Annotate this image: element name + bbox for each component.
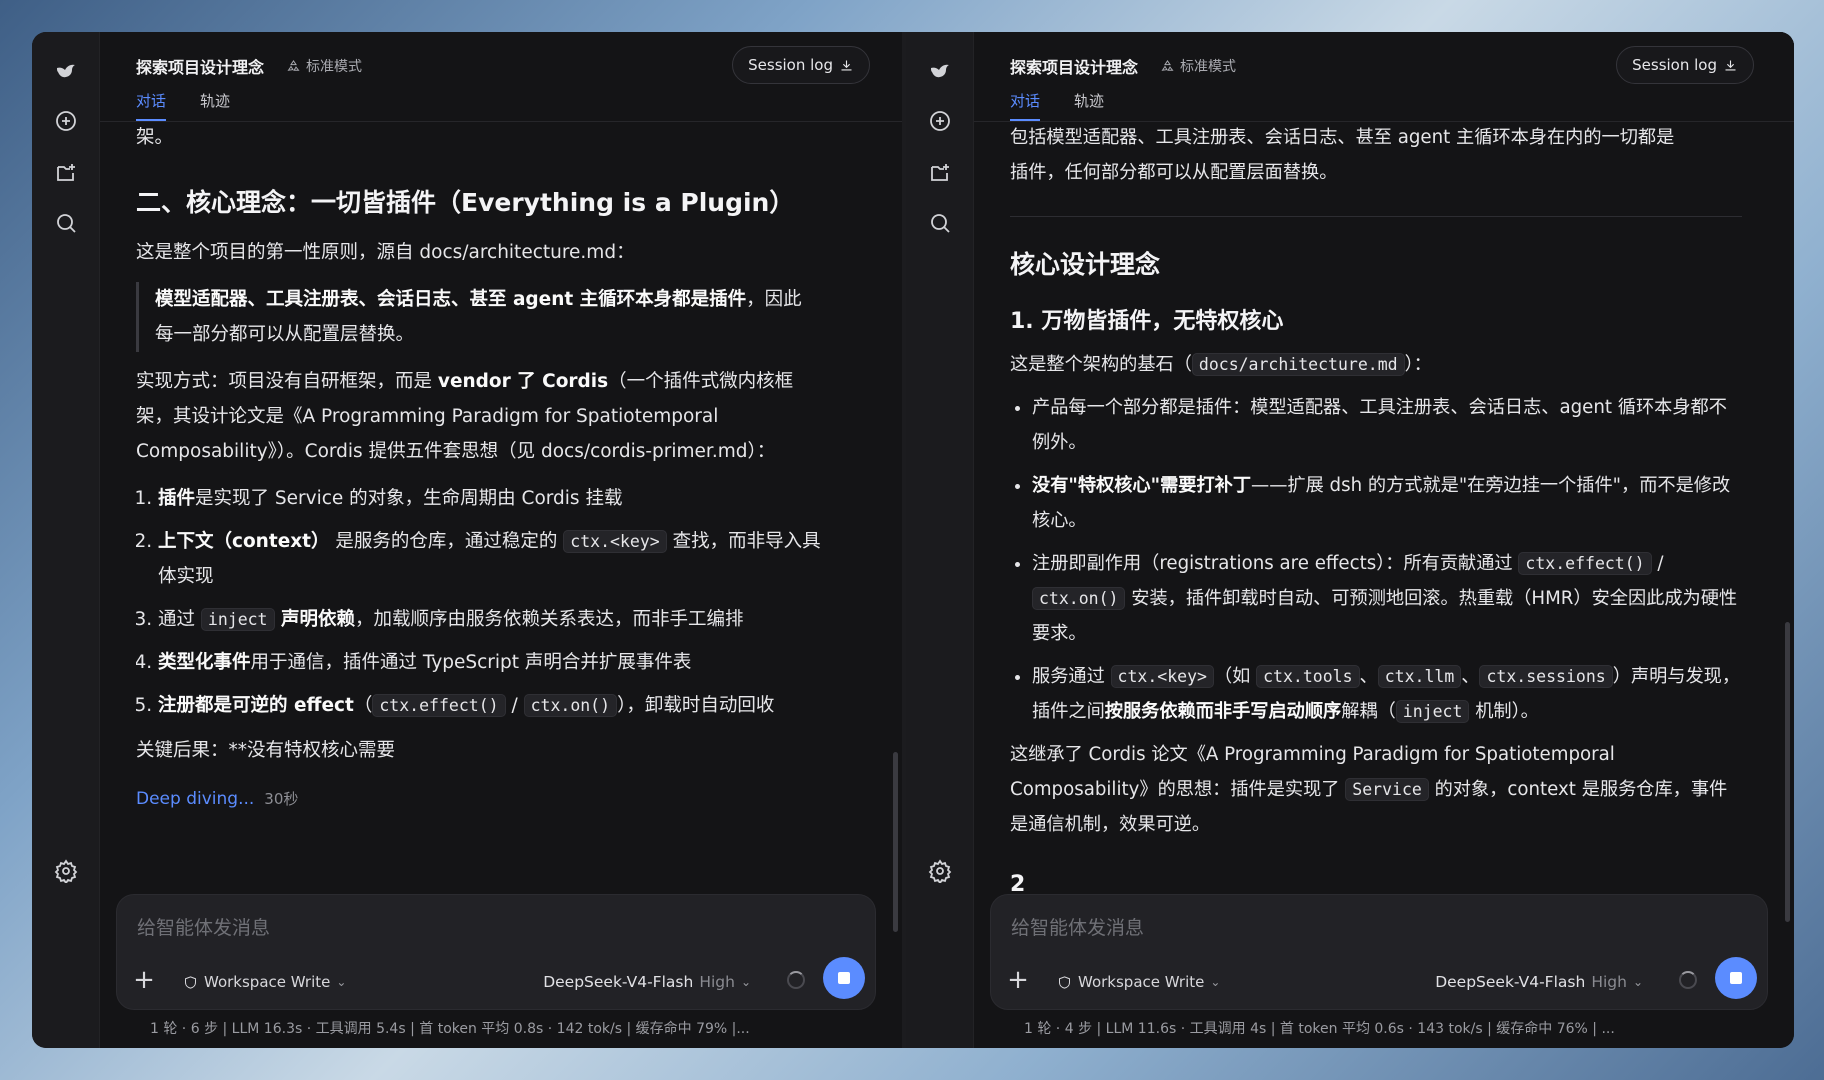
recycle-icon xyxy=(287,59,300,71)
download-icon xyxy=(841,60,852,70)
logo-icon[interactable] xyxy=(49,54,83,88)
bullet-list: 产品每一个部分都是插件：模型适配器、工具注册表、会话日志、agent 循环本身都… xyxy=(1010,390,1742,729)
plus-icon: + xyxy=(1007,965,1029,995)
stats-bar: 1 轮 · 4 步 | LLM 11.6s · 工具调用 4s | 首 toke… xyxy=(1024,1021,1615,1037)
message-content: 架。 二、核心理念：一切皆插件（Everything is a Plugin） … xyxy=(136,122,862,898)
tab-trace[interactable]: 轨迹 xyxy=(200,90,230,119)
header: 探索项目设计理念 标准模式 Session log 对话 轨迹 xyxy=(100,32,902,122)
paragraph: 包括模型适配器、工具注册表、会话日志、甚至 agent 主循环本身在内的一切都是… xyxy=(1010,127,1675,183)
workspace-permission-select[interactable]: Workspace Write ⌄ xyxy=(1057,973,1220,991)
shield-icon xyxy=(185,975,196,989)
divider xyxy=(1010,216,1742,217)
conversation-pane: 探索项目设计理念 标准模式 Session log 对话 轨迹 架。 二、核心理… xyxy=(100,32,902,1048)
subsection-heading: 1. 万物皆插件，无特权核心 xyxy=(1010,309,1284,334)
stats-bar: 1 轮 · 6 步 | LLM 16.3s · 工具调用 5.4s | 首 to… xyxy=(150,1021,750,1037)
scrollbar[interactable] xyxy=(893,752,898,932)
text-fragment: 架。 xyxy=(136,127,174,148)
message-composer: 给智能体发消息 + Workspace Write ⌄ DeepSeek-V4-… xyxy=(116,894,876,1010)
paragraph: 这是整个项目的第一性原则，源自 docs/architecture.md： xyxy=(136,242,635,263)
mode-indicator[interactable]: 标准模式 xyxy=(286,56,362,76)
plus-icon: + xyxy=(133,965,155,995)
model-select[interactable]: DeepSeek-V4-Flash High ⌄ xyxy=(543,973,751,991)
chevron-down-icon: ⌄ xyxy=(1210,975,1221,989)
conversation-pane: 探索项目设计理念 标准模式 Session log 对话 轨迹 包括模型适配器、… xyxy=(974,32,1794,1048)
add-attachment-button[interactable]: + xyxy=(127,963,161,997)
new-folder-icon[interactable] xyxy=(49,156,83,190)
shield-icon xyxy=(1059,975,1070,989)
page-title: 探索项目设计理念 xyxy=(1010,58,1139,77)
message-composer: 给智能体发消息 + Workspace Write ⌄ DeepSeek-V4-… xyxy=(990,894,1768,1010)
list-item: 没有"特权核心"需要打补丁——扩展 dsh 的方式就是"在旁边挂一个插件"，而不… xyxy=(1032,468,1742,538)
stop-icon xyxy=(1730,972,1742,984)
deep-diving-status[interactable]: Deep diving... 30秒 xyxy=(136,782,862,817)
section-heading: 二、核心理念：一切皆插件（Everything is a Plugin） xyxy=(136,188,795,217)
chevron-down-icon: ⌄ xyxy=(740,975,751,989)
tab-chat[interactable]: 对话 xyxy=(136,90,167,121)
loading-spinner-icon xyxy=(787,971,805,989)
stop-button[interactable] xyxy=(1715,957,1757,999)
left-window: 探索项目设计理念 标准模式 Session log 对话 轨迹 架。 二、核心理… xyxy=(32,32,902,1048)
list-item: 上下文（context） 是服务的仓库，通过稳定的 ctx.<key> 查找，而… xyxy=(158,524,862,594)
tab-chat[interactable]: 对话 xyxy=(1010,90,1041,121)
list-item: 注册都是可逆的 effect（ctx.effect() / ctx.on()），… xyxy=(158,688,862,723)
sidebar-rail xyxy=(906,32,974,1048)
blockquote: 模型适配器、工具注册表、会话日志、甚至 agent 主循环本身都是插件，因此 每… xyxy=(136,282,862,352)
list-item: 插件是实现了 Service 的对象，生命周期由 Cordis 挂载 xyxy=(158,481,862,516)
search-icon[interactable] xyxy=(923,206,957,240)
paragraph: 实现方式：项目没有自研框架，而是 vendor 了 Cordis（一个插件式微内… xyxy=(136,371,794,462)
add-attachment-button[interactable]: + xyxy=(1001,963,1035,997)
paragraph: 关键后果：**没有特权核心需要 xyxy=(136,740,396,761)
new-folder-icon[interactable] xyxy=(923,156,957,190)
recycle-icon xyxy=(1161,59,1174,71)
session-log-button[interactable]: Session log xyxy=(732,46,870,84)
model-select[interactable]: DeepSeek-V4-Flash High ⌄ xyxy=(1435,973,1643,991)
header: 探索项目设计理念 标准模式 Session log 对话 轨迹 xyxy=(974,32,1794,122)
right-window: 探索项目设计理念 标准模式 Session log 对话 轨迹 包括模型适配器、… xyxy=(906,32,1794,1048)
numbered-list: 插件是实现了 Service 的对象，生命周期由 Cordis 挂载 上下文（c… xyxy=(136,481,862,723)
list-item: 服务通过 ctx.<key>（如 ctx.tools、ctx.llm、ctx.s… xyxy=(1032,659,1742,729)
chevron-down-icon: ⌄ xyxy=(336,975,347,989)
list-item: 通过 inject 声明依赖，加载顺序由服务依赖关系表达，而非手工编排 xyxy=(158,602,862,637)
stop-button[interactable] xyxy=(823,957,865,999)
search-icon[interactable] xyxy=(49,206,83,240)
workspace-permission-select[interactable]: Workspace Write ⌄ xyxy=(183,973,346,991)
chevron-down-icon: ⌄ xyxy=(1632,975,1643,989)
mode-indicator[interactable]: 标准模式 xyxy=(1160,56,1236,76)
page-title: 探索项目设计理念 xyxy=(136,58,265,77)
paragraph: 这继承了 Cordis 论文《A Programming Paradigm fo… xyxy=(1010,744,1728,835)
new-chat-icon[interactable] xyxy=(923,104,957,138)
list-item: 产品每一个部分都是插件：模型适配器、工具注册表、会话日志、agent 循环本身都… xyxy=(1032,390,1742,460)
new-chat-icon[interactable] xyxy=(49,104,83,138)
list-item: 注册即副作用（registrations are effects）：所有贡献通过… xyxy=(1032,546,1742,651)
session-log-button[interactable]: Session log xyxy=(1616,46,1754,84)
message-input[interactable]: 给智能体发消息 xyxy=(137,913,270,940)
scrollbar[interactable] xyxy=(1785,622,1790,922)
settings-icon[interactable] xyxy=(923,854,957,888)
download-icon xyxy=(1725,60,1736,70)
message-content: 包括模型适配器、工具注册表、会话日志、甚至 agent 主循环本身在内的一切都是… xyxy=(1010,122,1742,898)
tab-trace[interactable]: 轨迹 xyxy=(1074,90,1104,119)
sidebar-rail xyxy=(32,32,100,1048)
list-item: 类型化事件用于通信，插件通过 TypeScript 声明合并扩展事件表 xyxy=(158,645,862,680)
stop-icon xyxy=(838,972,850,984)
logo-icon[interactable] xyxy=(923,54,957,88)
settings-icon[interactable] xyxy=(49,854,83,888)
message-input[interactable]: 给智能体发消息 xyxy=(1011,913,1144,940)
section-heading: 核心设计理念 xyxy=(1010,250,1161,279)
paragraph: 这是整个架构的基石（ docs/architecture.md）： xyxy=(1010,353,1432,376)
loading-spinner-icon xyxy=(1679,971,1697,989)
